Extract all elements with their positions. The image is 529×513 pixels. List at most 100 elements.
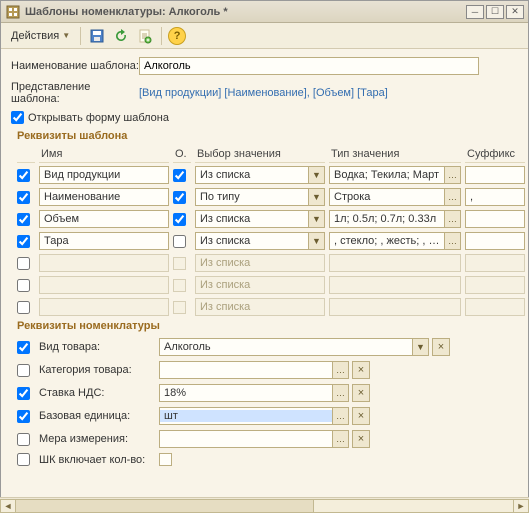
save-icon[interactable]: [87, 26, 107, 46]
nom-enable-checkbox[interactable]: [17, 387, 30, 400]
clear-icon[interactable]: ×: [432, 338, 450, 356]
row-enable-checkbox[interactable]: [17, 235, 30, 248]
nom-enable-checkbox[interactable]: [17, 364, 30, 377]
scroll-track[interactable]: [15, 499, 514, 513]
clear-icon[interactable]: ×: [352, 361, 370, 379]
row-o-checkbox: [173, 279, 186, 292]
row-type-input[interactable]: Водка; Текила; Март…: [329, 166, 461, 184]
template-name-label: Наименование шаблона:: [11, 60, 139, 72]
row-enable-checkbox[interactable]: [17, 279, 30, 292]
template-name-input[interactable]: [139, 57, 479, 75]
nom-value-input[interactable]: …: [159, 430, 349, 448]
col-type: Тип значения: [329, 148, 461, 163]
separator: [161, 27, 162, 45]
nom-label: ШК включает кол-во:: [39, 454, 155, 466]
row-enable-checkbox[interactable]: [17, 213, 30, 226]
ellipsis-icon[interactable]: …: [444, 233, 460, 249]
open-form-checkbox-input[interactable]: [11, 111, 24, 124]
row-select-input[interactable]: Из списка▼: [195, 210, 325, 228]
grid-row: Из списка: [17, 276, 518, 294]
chevron-down-icon[interactable]: ▼: [308, 233, 324, 249]
row-suffix-input: [465, 276, 525, 294]
section-requisites-nomenclature: Реквизиты номенклатуры: [17, 320, 518, 332]
ellipsis-icon[interactable]: …: [444, 211, 460, 227]
clear-icon[interactable]: ×: [352, 407, 370, 425]
ellipsis-icon[interactable]: …: [332, 431, 348, 447]
col-enable: [17, 148, 35, 163]
scroll-thumb[interactable]: [16, 500, 314, 512]
open-form-checkbox[interactable]: Открывать форму шаблона: [11, 111, 169, 124]
row-select-input: Из списка: [195, 276, 325, 294]
window-title: Шаблоны номенклатуры: Алкоголь *: [25, 6, 466, 18]
clear-icon[interactable]: ×: [352, 430, 370, 448]
maximize-button[interactable]: ☐: [486, 5, 504, 19]
template-repr-value[interactable]: [Вид продукции] [Наименование], [Объем] …: [139, 86, 388, 100]
refresh-icon[interactable]: [111, 26, 131, 46]
chevron-down-icon[interactable]: ▼: [308, 167, 324, 183]
row-type-input[interactable]: Строка…: [329, 188, 461, 206]
nom-bool-box[interactable]: [159, 453, 172, 466]
row-suffix-input[interactable]: ,: [465, 188, 525, 206]
row-select-input[interactable]: Из списка▼: [195, 232, 325, 250]
nom-value-input[interactable]: Алкоголь▼: [159, 338, 429, 356]
row-enable-checkbox[interactable]: [17, 301, 30, 314]
close-button[interactable]: ✕: [506, 5, 524, 19]
nom-enable-checkbox[interactable]: [17, 410, 30, 423]
row-o-checkbox[interactable]: [173, 169, 186, 182]
row-select-input[interactable]: По типу▼: [195, 188, 325, 206]
nom-enable-checkbox[interactable]: [17, 341, 30, 354]
template-repr-label: Представление шаблона:: [11, 81, 139, 105]
clear-icon[interactable]: ×: [352, 384, 370, 402]
ellipsis-icon[interactable]: …: [332, 385, 348, 401]
nom-value-input[interactable]: …: [159, 361, 349, 379]
nom-value-input[interactable]: шт…: [159, 407, 349, 425]
chevron-down-icon[interactable]: ▼: [308, 211, 324, 227]
row-name-input: [39, 276, 169, 294]
ellipsis-icon[interactable]: …: [444, 189, 460, 205]
chevron-down-icon: ▼: [62, 31, 70, 40]
nom-enable-checkbox[interactable]: [17, 433, 30, 446]
row-type-input[interactable]: , стекло; , жесть; , ПЭ…: [329, 232, 461, 250]
scroll-left-icon[interactable]: ◄: [0, 499, 16, 513]
row-o-checkbox[interactable]: [173, 235, 186, 248]
chevron-down-icon[interactable]: ▼: [412, 339, 428, 355]
document-icon[interactable]: [135, 26, 155, 46]
row-o-checkbox[interactable]: [173, 191, 186, 204]
row-name-input[interactable]: Объем: [39, 210, 169, 228]
ellipsis-icon[interactable]: …: [332, 362, 348, 378]
row-o-checkbox[interactable]: [173, 213, 186, 226]
row-name-input[interactable]: Тара: [39, 232, 169, 250]
row-type-input: [329, 254, 461, 272]
ellipsis-icon[interactable]: …: [332, 408, 348, 424]
row-name-input[interactable]: Вид продукции: [39, 166, 169, 184]
row-enable-checkbox[interactable]: [17, 257, 30, 270]
ellipsis-icon[interactable]: …: [444, 167, 460, 183]
row-suffix-input[interactable]: [465, 232, 525, 250]
minimize-button[interactable]: ─: [466, 5, 484, 19]
repr-part: [Объем]: [313, 87, 354, 99]
row-enable-checkbox[interactable]: [17, 169, 30, 182]
nom-enable-checkbox[interactable]: [17, 453, 30, 466]
row-name-input[interactable]: Наименование: [39, 188, 169, 206]
app-icon: [5, 4, 21, 20]
row-suffix-input[interactable]: [465, 166, 525, 184]
row-type-input[interactable]: 1л; 0.5л; 0.7л; 0.33л…: [329, 210, 461, 228]
actions-menu-label: Действия: [11, 30, 59, 42]
actions-menu[interactable]: Действия ▼: [7, 28, 74, 44]
row-o-checkbox: [173, 257, 186, 270]
row-suffix-input[interactable]: [465, 210, 525, 228]
scroll-right-icon[interactable]: ►: [513, 499, 529, 513]
col-name: Имя: [39, 148, 169, 163]
row-select-input[interactable]: Из списка▼: [195, 166, 325, 184]
row-name-input: [39, 254, 169, 272]
col-sel: Выбор значения: [195, 148, 325, 163]
row-suffix-input: [465, 298, 525, 316]
chevron-down-icon[interactable]: ▼: [308, 189, 324, 205]
row-enable-checkbox[interactable]: [17, 191, 30, 204]
horizontal-scrollbar[interactable]: ◄ ►: [0, 497, 529, 513]
grid-row: Тара Из списка▼, стекло; , жесть; , ПЭ…: [17, 232, 518, 250]
nom-value-input[interactable]: 18%…: [159, 384, 349, 402]
repr-part: [Наименование],: [224, 87, 309, 99]
help-icon[interactable]: ?: [168, 27, 186, 45]
nom-row: Вид товара: Алкоголь▼ ×: [17, 338, 518, 356]
